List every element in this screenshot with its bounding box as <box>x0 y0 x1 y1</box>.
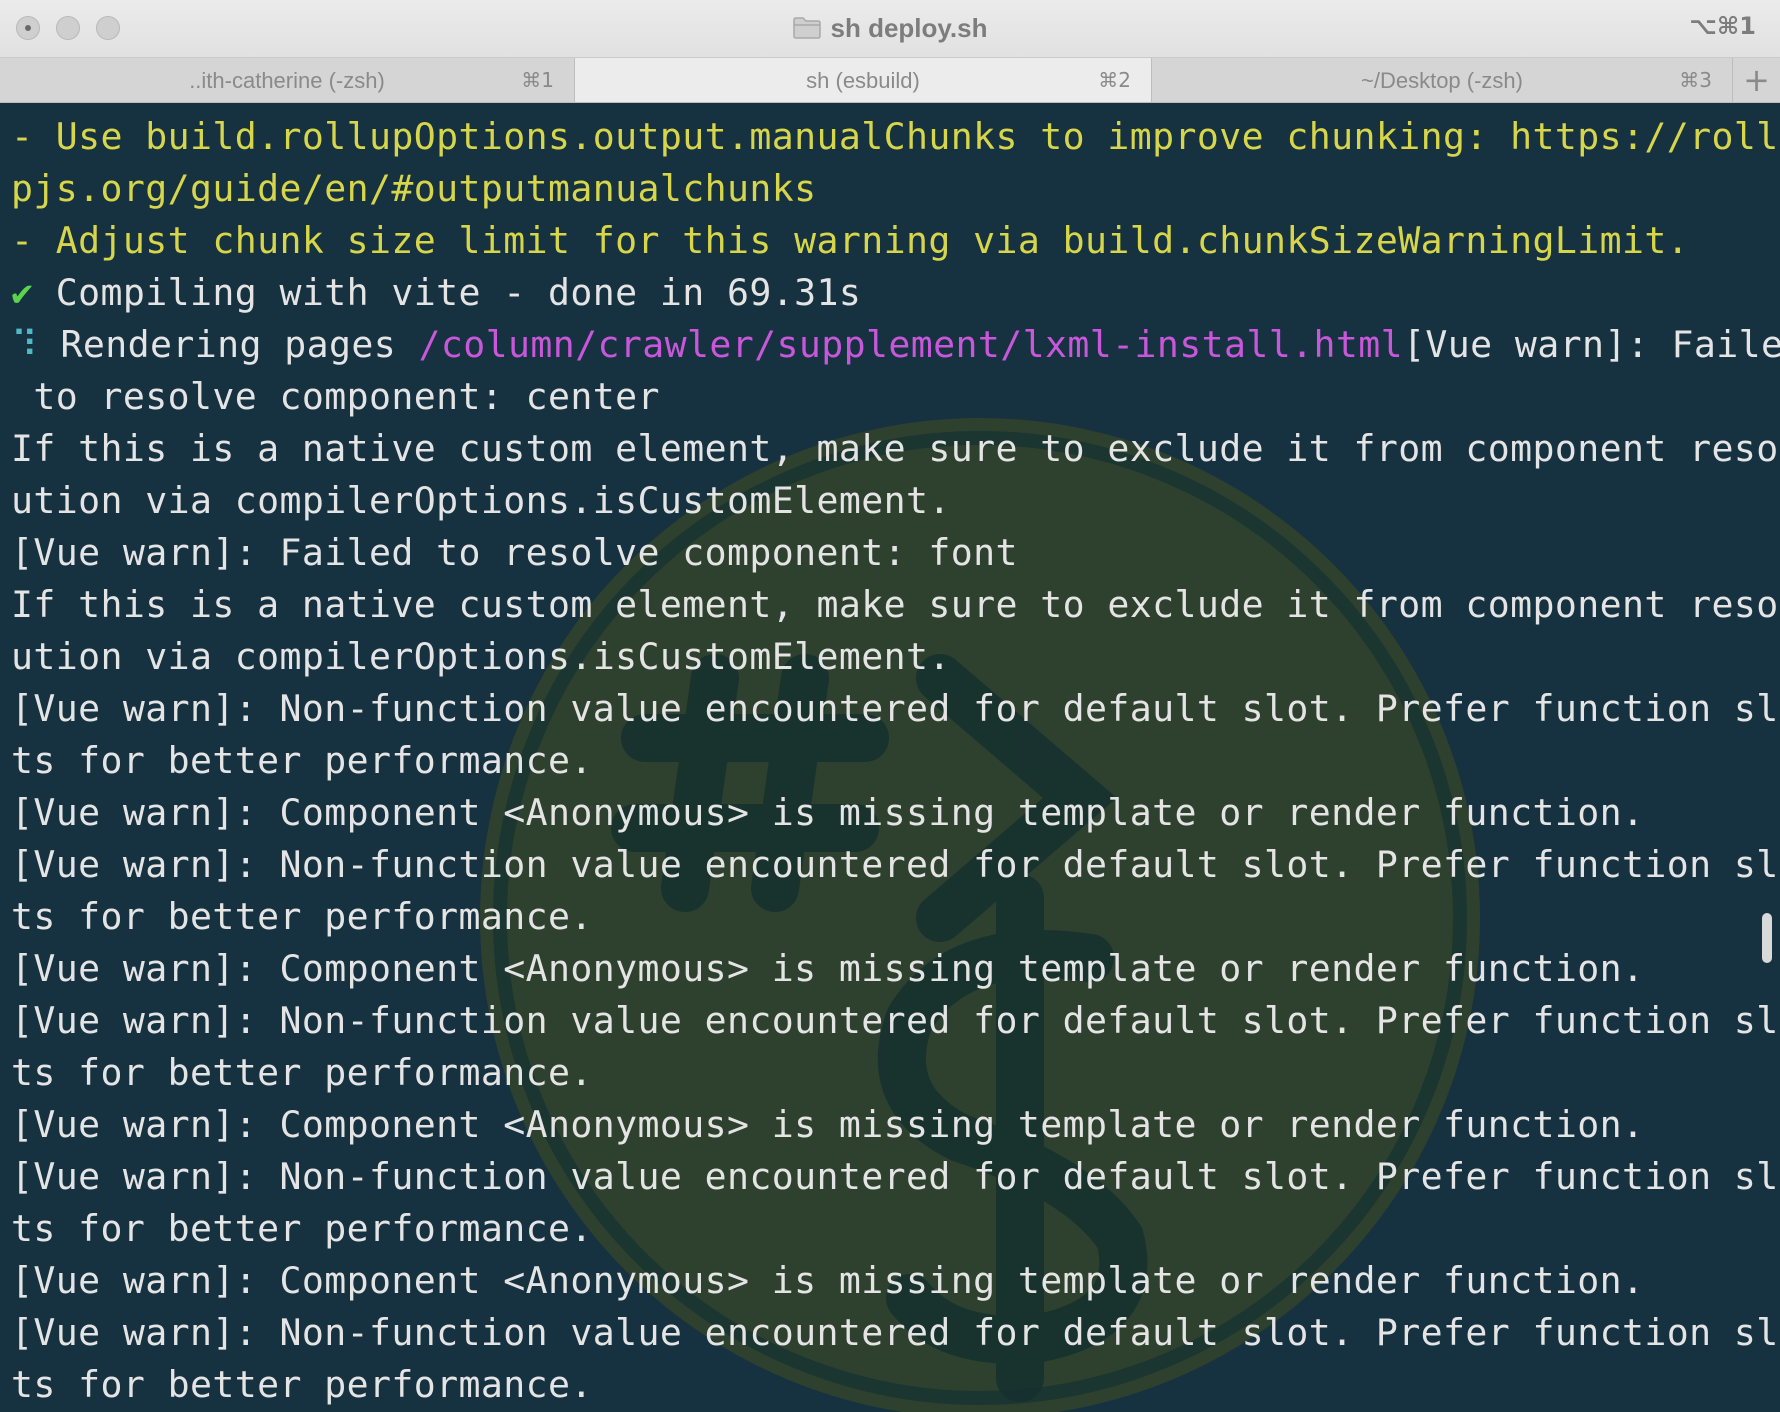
window-shortcut: ⌥⌘1 <box>1689 12 1756 40</box>
terminal-line: ution via compilerOptions.isCustomElemen… <box>11 475 1766 527</box>
line-text: pjs.org/guide/en/#outputmanualchunks <box>11 167 817 210</box>
terminal-line: [Vue warn]: Non-function value encounter… <box>11 995 1780 1047</box>
terminal-line: ts for better performance. <box>11 891 1766 943</box>
line-text: - Adjust chunk size limit for this warni… <box>11 219 1690 262</box>
terminal-line: ts for better performance. <box>11 1047 1766 1099</box>
terminal-line: [Vue warn]: Component <Anonymous> is mis… <box>11 1099 1766 1151</box>
line-text: ts for better performance. <box>11 895 593 938</box>
line-text: [Vue warn]: Component <Anonymous> is mis… <box>11 947 1645 990</box>
terminal-lines: - Use build.rollupOptions.output.manualC… <box>11 111 1780 1411</box>
line-text: If this is a native custom element, make… <box>11 583 1780 626</box>
terminal-line: [Vue warn]: Non-function value encounter… <box>11 683 1780 735</box>
terminal-line: [Vue warn]: Non-function value encounter… <box>11 1151 1780 1203</box>
line-text: [Vue warn]: Non-function value encounter… <box>11 999 1780 1042</box>
folder-icon <box>792 17 821 39</box>
terminal-line: ts for better performance. <box>11 1359 1766 1411</box>
line-text: ts for better performance. <box>11 1363 593 1406</box>
spinner-icon: ⠹ <box>11 323 39 366</box>
tab-label: sh (esbuild) <box>806 68 920 93</box>
tab-zsh-catherine[interactable]: ..ith-catherine (-zsh) ⌘1 <box>0 58 575 102</box>
line-text: [Vue warn]: Non-function value encounter… <box>11 1155 1780 1198</box>
success-check-icon: ✔ <box>11 271 34 314</box>
terminal-line: - Use build.rollupOptions.output.manualC… <box>11 111 1780 163</box>
line-text: ts for better performance. <box>11 1207 593 1250</box>
terminal-line: [Vue warn]: Non-function value encounter… <box>11 1307 1780 1359</box>
tab-desktop-zsh[interactable]: ~/Desktop (-zsh) ⌘3 <box>1152 58 1733 102</box>
terminal-line: ts for better performance. <box>11 1203 1766 1255</box>
scrollbar-thumb[interactable] <box>1762 913 1772 963</box>
line-text: [Vue warn]: Component <Anonymous> is mis… <box>11 1259 1645 1302</box>
line-text: Compiling with vite - done in 69.31s <box>33 271 862 314</box>
terminal-line: ts for better performance. <box>11 735 1766 787</box>
line-text: ts for better performance. <box>11 739 593 782</box>
terminal-line: to resolve component: center <box>11 371 1766 423</box>
terminal-line: If this is a native custom element, make… <box>11 579 1780 631</box>
terminal-line: ✔ Compiling with vite - done in 69.31s <box>11 267 1766 319</box>
terminal-line: ution via compilerOptions.isCustomElemen… <box>11 631 1766 683</box>
line-text: [Vue warn]: Failed to resolve component:… <box>11 531 1018 574</box>
tab-label: ..ith-catherine (-zsh) <box>189 68 385 93</box>
line-text: If this is a native custom element, make… <box>11 427 1780 470</box>
terminal-line: - Adjust chunk size limit for this warni… <box>11 215 1766 267</box>
line-text: [Vue warn]: Non-function value encounter… <box>11 1311 1780 1354</box>
terminal-line: [Vue warn]: Failed to resolve component:… <box>11 527 1766 579</box>
terminal-window: sh deploy.sh ⌥⌘1 ..ith-catherine (-zsh) … <box>0 0 1780 1412</box>
line-text: ts for better performance. <box>11 1051 593 1094</box>
tab-shortcut: ⌘1 <box>521 68 554 92</box>
new-tab-button[interactable]: + <box>1733 58 1780 102</box>
line-text: - Use build.rollupOptions.output.manualC… <box>11 115 1780 158</box>
tab-label: ~/Desktop (-zsh) <box>1361 68 1523 93</box>
title-bar: sh deploy.sh ⌥⌘1 <box>0 0 1780 58</box>
terminal-line: [Vue warn]: Component <Anonymous> is mis… <box>11 787 1766 839</box>
terminal-line: [Vue warn]: Component <Anonymous> is mis… <box>11 1255 1766 1307</box>
line-text: [Vue warn]: Component <Anonymous> is mis… <box>11 791 1645 834</box>
rendered-page-path: /column/crawler/supplement/lxml-install.… <box>418 323 1404 366</box>
line-text: [Vue warn]: Non-function value encounter… <box>11 843 1780 886</box>
terminal-line: ⠹ Rendering pages /column/crawler/supple… <box>11 319 1780 371</box>
terminal-output[interactable]: - Use build.rollupOptions.output.manualC… <box>0 103 1780 1412</box>
terminal-line: [Vue warn]: Component <Anonymous> is mis… <box>11 943 1766 995</box>
line-text: ution via compilerOptions.isCustomElemen… <box>11 479 951 522</box>
tab-shortcut: ⌘3 <box>1679 68 1712 92</box>
line-text: to resolve component: center <box>11 375 660 418</box>
tab-bar: ..ith-catherine (-zsh) ⌘1 sh (esbuild) ⌘… <box>0 58 1780 103</box>
terminal-line: [Vue warn]: Non-function value encounter… <box>11 839 1780 891</box>
line-text: ution via compilerOptions.isCustomElemen… <box>11 635 951 678</box>
window-title: sh deploy.sh <box>830 12 988 43</box>
line-text: [Vue warn]: Failed <box>1403 323 1780 366</box>
tab-shortcut: ⌘2 <box>1098 68 1131 92</box>
line-prefix: Rendering pages <box>38 323 419 366</box>
tab-esbuild[interactable]: sh (esbuild) ⌘2 <box>575 58 1152 102</box>
terminal-line: pjs.org/guide/en/#outputmanualchunks <box>11 163 1766 215</box>
line-text: [Vue warn]: Non-function value encounter… <box>11 687 1780 730</box>
window-title-group: sh deploy.sh <box>0 12 1780 44</box>
line-text: [Vue warn]: Component <Anonymous> is mis… <box>11 1103 1645 1146</box>
terminal-line: If this is a native custom element, make… <box>11 423 1780 475</box>
